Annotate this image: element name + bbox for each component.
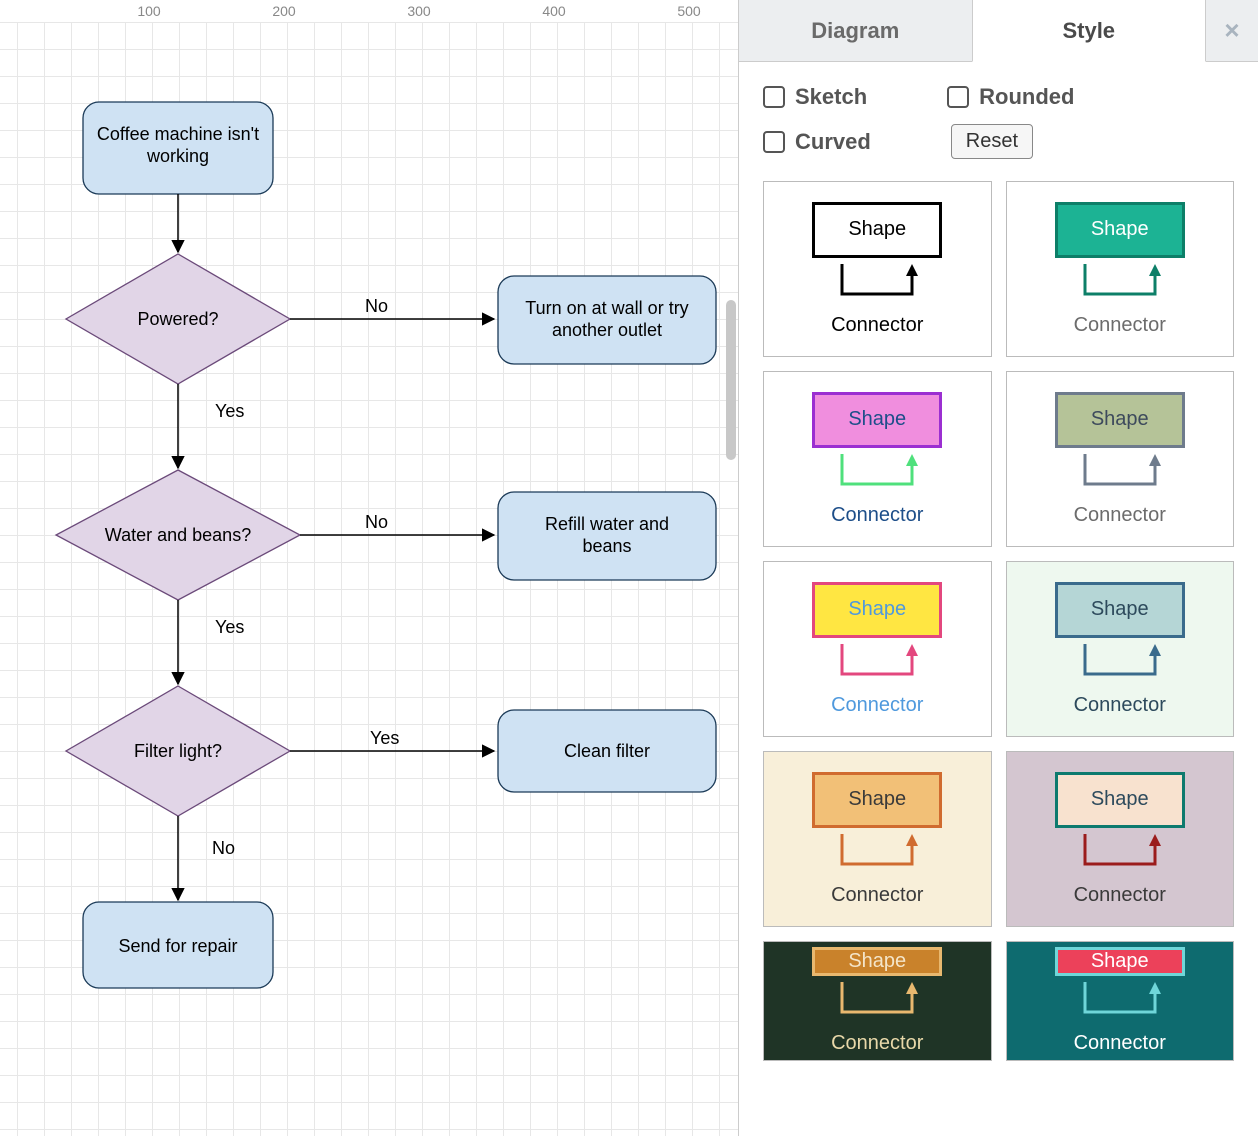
swatch-shape-label: Shape <box>1091 598 1149 621</box>
swatch-connector-label: Connector <box>1074 1032 1166 1054</box>
swatch-connector-label: Connector <box>1074 504 1166 526</box>
side-panel: Diagram Style × Sketch Rounded <box>738 0 1258 1136</box>
node-water-label: Water and beans? <box>105 525 251 545</box>
checkbox-sketch[interactable]: Sketch <box>763 84 867 110</box>
node-refill-line1: Refill water and <box>545 514 669 534</box>
edge-label-yes: Yes <box>370 728 399 748</box>
reset-button-label: Reset <box>966 130 1018 152</box>
swatch-connector-label: Connector <box>1074 884 1166 906</box>
edge-label-yes: Yes <box>215 401 244 421</box>
tab-style[interactable]: Style <box>972 0 1207 62</box>
swatch-shape-label: Shape <box>1091 950 1149 973</box>
swatch-shape-label: Shape <box>1091 788 1149 811</box>
swatch-shape-label: Shape <box>1091 218 1149 241</box>
style-swatch[interactable]: Shape Connector <box>1006 561 1235 737</box>
node-start[interactable]: Coffee machine isn'tworking <box>83 102 273 194</box>
node-filter-label: Filter light? <box>134 741 222 761</box>
checkbox-box <box>763 86 785 108</box>
style-swatch[interactable]: Shape Connector <box>763 371 992 547</box>
swatch-connector-label: Connector <box>1074 694 1166 716</box>
swatch-connector-label: Connector <box>831 694 923 716</box>
tab-diagram[interactable]: Diagram <box>739 0 972 61</box>
panel-tabs: Diagram Style × <box>739 0 1258 62</box>
style-swatch[interactable]: Shape Connector <box>763 941 992 1061</box>
checkbox-rounded-label: Rounded <box>979 84 1074 110</box>
node-repair[interactable]: Send for repair <box>83 902 273 988</box>
node-outlet-line2: another outlet <box>552 320 662 340</box>
checkbox-sketch-label: Sketch <box>795 84 867 110</box>
reset-button[interactable]: Reset <box>951 124 1033 159</box>
checkbox-curved[interactable]: Curved <box>763 129 871 155</box>
swatch-connector-label: Connector <box>831 1032 923 1054</box>
style-swatch[interactable]: Shape Connector <box>763 561 992 737</box>
style-swatch-grid: Shape Connector Shape Conn <box>763 181 1234 1061</box>
node-repair-label: Send for repair <box>118 936 237 956</box>
checkbox-box <box>947 86 969 108</box>
swatch-shape-label: Shape <box>1091 408 1149 431</box>
node-refill-line2: beans <box>582 536 631 556</box>
node-refill[interactable]: Refill water and beans <box>498 492 716 580</box>
node-outlet[interactable]: Turn on at wall or try another outlet <box>498 276 716 364</box>
swatch-shape-label: Shape <box>848 598 906 621</box>
checkbox-box <box>763 131 785 153</box>
swatch-shape-label: Shape <box>848 408 906 431</box>
ruler-horizontal: 100 200 300 400 500 <box>0 0 738 22</box>
swatch-shape-label: Shape <box>848 950 906 973</box>
style-swatch[interactable]: Shape Connector <box>1006 941 1235 1061</box>
swatch-connector-label: Connector <box>831 884 923 906</box>
panel-close-button[interactable]: × <box>1206 0 1258 61</box>
ruler-tick: 200 <box>272 3 295 19</box>
style-swatch[interactable]: Shape Connector <box>1006 371 1235 547</box>
swatch-connector-label: Connector <box>831 314 923 336</box>
tab-diagram-label: Diagram <box>811 18 899 44</box>
swatch-connector-label: Connector <box>831 504 923 526</box>
checkbox-curved-label: Curved <box>795 129 871 155</box>
edge-label-no: No <box>365 296 388 316</box>
checkbox-rounded[interactable]: Rounded <box>947 84 1074 110</box>
style-swatch[interactable]: Shape Connector <box>763 181 992 357</box>
swatch-connector-label: Connector <box>1074 314 1166 336</box>
style-swatch[interactable]: Shape Connector <box>1006 181 1235 357</box>
node-clean-label: Clean filter <box>564 741 650 761</box>
node-clean[interactable]: Clean filter <box>498 710 716 792</box>
edge-label-no: No <box>212 838 235 858</box>
ruler-tick: 400 <box>542 3 565 19</box>
canvas-area[interactable]: 100 200 300 400 500 Coffee machine isn't… <box>0 0 738 1136</box>
ruler-tick: 500 <box>677 3 700 19</box>
ruler-tick: 100 <box>137 3 160 19</box>
node-powered-label: Powered? <box>137 309 218 329</box>
edge-label-yes: Yes <box>215 617 244 637</box>
swatch-shape-label: Shape <box>848 218 906 241</box>
tab-style-label: Style <box>1062 18 1115 44</box>
ruler-tick: 300 <box>407 3 430 19</box>
style-swatch[interactable]: Shape Connector <box>1006 751 1235 927</box>
close-icon: × <box>1224 15 1239 46</box>
swatch-shape-label: Shape <box>848 788 906 811</box>
edge-label-no: No <box>365 512 388 532</box>
style-swatch[interactable]: Shape Connector <box>763 751 992 927</box>
node-outlet-line1: Turn on at wall or try <box>525 298 688 318</box>
scrollbar-vertical[interactable] <box>726 300 736 460</box>
